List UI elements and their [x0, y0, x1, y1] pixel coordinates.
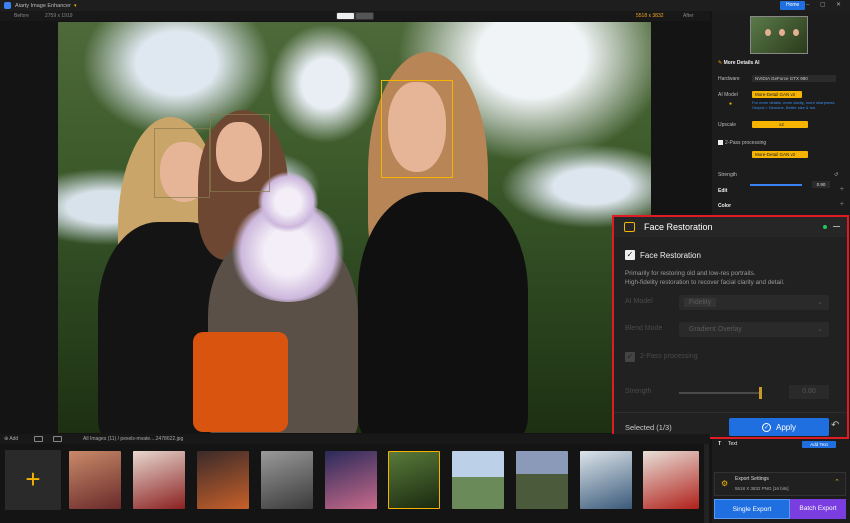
minimize-icon[interactable]: –: [806, 1, 809, 10]
thumbnail-selected[interactable]: [388, 451, 440, 509]
chevron-down-icon: ⌄: [817, 326, 823, 333]
navigator-thumbnail[interactable]: [750, 16, 808, 54]
image-preview[interactable]: [58, 22, 651, 433]
chevron-down-icon[interactable]: ▾: [74, 3, 77, 9]
two-pass-model-select[interactable]: More-Detail GAN v2: [752, 151, 808, 158]
viewer-header: Before 2759 x 1919 5518 x 3832 After: [0, 11, 710, 21]
help-icon[interactable]: ●: [729, 101, 732, 107]
chevron-up-icon[interactable]: ⌃: [834, 478, 840, 486]
app-title: Aiarty Image Enhancer: [15, 2, 71, 9]
check-circle-icon: ✓: [761, 422, 771, 432]
hardware-label: Hardware: [718, 76, 740, 82]
breadcrumb[interactable]: All Images (11) / pexels-mvate....247862…: [83, 436, 183, 442]
strip-scrollbar[interactable]: [704, 444, 709, 523]
ai-model-label: AI Model: [718, 92, 738, 98]
fr-strength-label: Strength: [625, 388, 652, 395]
person-right: [358, 192, 528, 433]
plus-icon[interactable]: +: [840, 201, 844, 208]
bottom-toolbar: ⊕ Add All Images (11) / pexels-mvate....…: [0, 434, 710, 444]
batch-export-button[interactable]: Batch Export: [790, 499, 846, 519]
sparkle-icon: ✎: [718, 60, 723, 66]
upscale-select[interactable]: x2: [752, 121, 808, 128]
collapse-icon[interactable]: [833, 226, 840, 227]
app-logo-icon: [4, 2, 11, 9]
face-restoration-checkbox[interactable]: ✓: [625, 250, 635, 260]
after-label: After: [683, 13, 694, 19]
apply-button[interactable]: ✓ Apply: [729, 418, 829, 436]
fr-strength-value[interactable]: 0.80: [789, 385, 829, 399]
two-pass-checkbox[interactable]: 2-Pass processing: [718, 140, 766, 146]
export-settings-icon: ⚙: [721, 479, 729, 488]
thumbnail-strip: +: [0, 444, 710, 523]
grid-view-icon[interactable]: [34, 436, 43, 442]
fr-strength-handle[interactable]: [759, 387, 762, 399]
upscale-label: Upscale: [718, 122, 737, 128]
fr-ai-model-select[interactable]: Fidelity ⌄: [679, 295, 829, 310]
add-text-button[interactable]: Add Text: [802, 441, 836, 448]
before-label: Before: [14, 13, 29, 19]
fr-strength-fill: [679, 392, 759, 394]
face-scan-icon: [624, 222, 635, 232]
divider: [614, 412, 847, 413]
reset-icon[interactable]: ↺: [834, 172, 838, 178]
face-restoration-title: Face Restoration: [644, 222, 713, 232]
maximize-icon[interactable]: ▢: [820, 1, 826, 10]
thumbnail[interactable]: [516, 451, 568, 509]
hardware-select[interactable]: NVIDIA GeForce GTX 980: [752, 75, 836, 82]
blend-mode-select[interactable]: Gradient Overlay ⌄: [679, 322, 829, 337]
title-bar: Aiarty Image Enhancer ▾ Home – ▢ ✕: [0, 0, 850, 11]
before-size: 2759 x 1919: [45, 13, 73, 19]
compare-view-toggle[interactable]: [336, 12, 374, 20]
thumbnail[interactable]: [69, 451, 121, 509]
side-view-option[interactable]: [356, 13, 373, 19]
add-image-tile[interactable]: +: [5, 450, 61, 510]
face-detection-box-selected[interactable]: [381, 80, 453, 178]
face-detection-box[interactable]: [210, 114, 270, 192]
more-details-ai-title: ✎ More Details AI: [718, 60, 760, 66]
thumbnail[interactable]: [261, 451, 313, 509]
fr-strength-slider[interactable]: [679, 392, 759, 394]
strength-value[interactable]: 0.90: [812, 181, 830, 188]
edit-section[interactable]: Edit: [718, 188, 727, 194]
fr-two-pass-checkbox[interactable]: ✓: [625, 352, 635, 362]
after-size: 5518 x 3832: [636, 13, 664, 19]
thumbnail[interactable]: [452, 451, 504, 509]
chevron-down-icon: ⌄: [817, 299, 823, 306]
fr-ai-model-label: AI Model: [625, 298, 653, 305]
face-restoration-header: Face Restoration: [614, 217, 847, 237]
plus-icon[interactable]: +: [840, 186, 844, 193]
strength-slider[interactable]: [750, 184, 802, 186]
strength-label: Strength: [718, 172, 737, 178]
text-icon: 𝐓: [718, 441, 722, 447]
list-view-icon[interactable]: [53, 436, 62, 442]
thumbnail[interactable]: [325, 451, 377, 509]
face-detection-box[interactable]: [154, 128, 210, 198]
thumbnail[interactable]: [197, 451, 249, 509]
checkbox-icon[interactable]: [718, 140, 723, 146]
split-view-option[interactable]: [337, 13, 354, 19]
orange-bag: [193, 332, 288, 432]
thumbnail[interactable]: [643, 451, 699, 509]
selected-count: Selected (1/3): [625, 423, 672, 432]
blend-mode-label: Blend Mode: [625, 325, 663, 332]
ai-model-select[interactable]: More-Detail GAN v2: [752, 91, 802, 98]
single-export-button[interactable]: Single Export: [714, 499, 790, 519]
close-icon[interactable]: ✕: [836, 1, 841, 10]
add-images-button[interactable]: ⊕ Add: [4, 436, 18, 442]
ai-model-help: For more details, more clarity, more sha…: [752, 100, 836, 110]
face-restoration-description: Primarily for restoring old and low-res …: [625, 270, 785, 286]
face-restoration-panel: Face Restoration ✓ Face Restoration Prim…: [612, 215, 849, 439]
export-settings[interactable]: ⚙ Export Settings 5518 X 3832 PNG [16 bi…: [714, 472, 846, 496]
face-restoration-checkbox-label[interactable]: Face Restoration: [640, 251, 701, 260]
undo-icon[interactable]: ↶: [831, 420, 839, 431]
thumbnail[interactable]: [133, 451, 185, 509]
color-section[interactable]: Color: [718, 203, 731, 209]
fr-two-pass-label[interactable]: 2-Pass processing: [640, 353, 698, 360]
home-button[interactable]: Home: [780, 1, 806, 10]
status-dot-icon: [823, 225, 827, 229]
thumbnail[interactable]: [580, 451, 632, 509]
